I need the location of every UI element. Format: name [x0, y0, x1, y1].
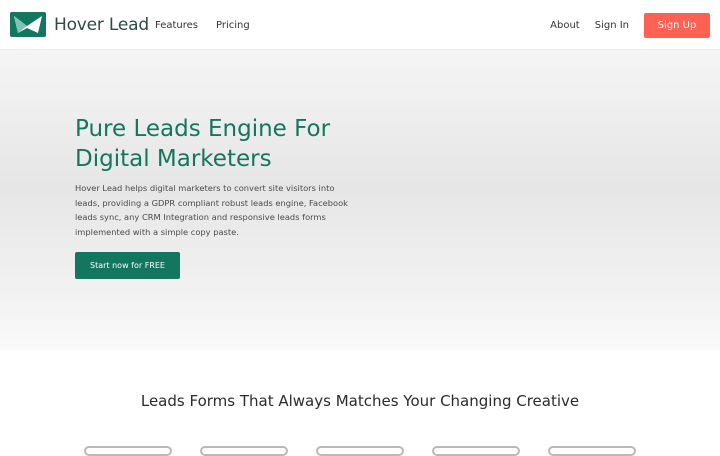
- nav-link-features[interactable]: Features: [155, 20, 198, 31]
- hero-title-line-2: Digital Marketers: [75, 146, 272, 172]
- account-nav: About Sign In Sign Up: [535, 0, 710, 50]
- hero-title: Pure Leads Engine For Digital Marketers: [75, 114, 405, 174]
- section-title: Leads Forms That Always Matches Your Cha…: [140, 392, 580, 410]
- hero-title-line-1: Pure Leads Engine For: [75, 116, 331, 142]
- form-previews: [0, 446, 720, 456]
- form-preview-card: [200, 446, 288, 456]
- brand-name: Hover Lead: [54, 14, 149, 35]
- form-preview-card: [432, 446, 520, 456]
- primary-nav: Features Pricing: [155, 0, 268, 50]
- form-preview-card: [316, 446, 404, 456]
- sign-up-button[interactable]: Sign Up: [644, 12, 710, 38]
- brand-logo[interactable]: Hover Lead: [10, 12, 149, 37]
- form-preview-card: [84, 446, 172, 456]
- form-preview-card: [548, 446, 636, 456]
- hero-section: Pure Leads Engine For Digital Marketers …: [0, 50, 720, 350]
- start-free-button[interactable]: Start now for FREE: [75, 252, 180, 279]
- sign-in-link[interactable]: Sign In: [595, 20, 629, 31]
- features-section: Leads Forms That Always Matches Your Cha…: [0, 350, 720, 456]
- nav-link-about[interactable]: About: [550, 20, 580, 31]
- hero-description: Hover Lead helps digital marketers to co…: [75, 183, 348, 237]
- nav-link-pricing[interactable]: Pricing: [216, 20, 250, 31]
- hover-lead-logo-icon: [10, 12, 46, 37]
- top-navbar: Hover Lead Features Pricing About Sign I…: [0, 0, 720, 50]
